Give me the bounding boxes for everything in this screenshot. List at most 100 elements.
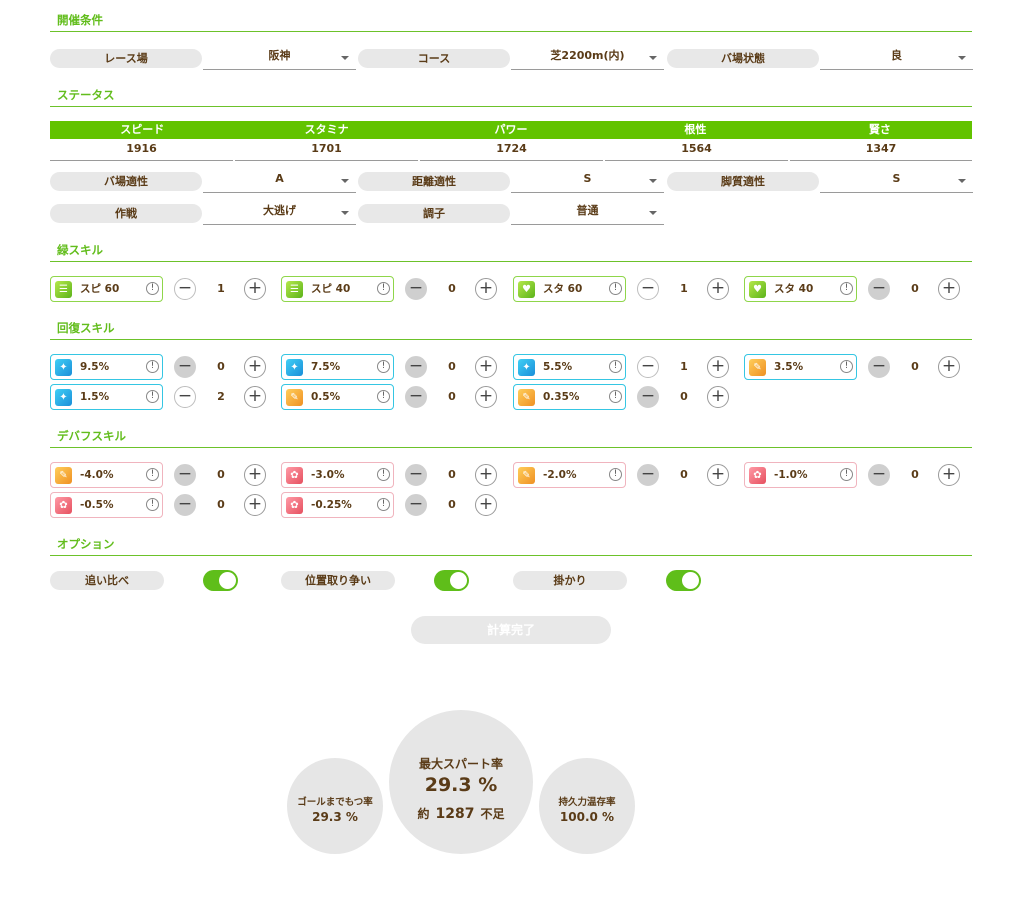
decrement-button[interactable]: − — [637, 278, 659, 300]
decrement-button[interactable]: − — [868, 278, 890, 300]
increment-button[interactable]: + — [244, 278, 266, 300]
skill-item: ✎ -4.0%! − 0 + — [50, 462, 282, 490]
increment-button[interactable]: + — [707, 464, 729, 486]
increment-button[interactable]: + — [244, 356, 266, 378]
info-icon[interactable]: ! — [377, 282, 390, 295]
increment-button[interactable]: + — [707, 356, 729, 378]
stat-input-stamina[interactable]: 1701 — [235, 139, 418, 161]
info-icon[interactable]: ! — [840, 360, 853, 373]
skill-card[interactable]: ✦ 9.5%! — [50, 354, 163, 380]
increment-button[interactable]: + — [707, 278, 729, 300]
skill-label: スタ 40 — [774, 283, 814, 295]
info-icon[interactable]: ! — [609, 360, 622, 373]
skill-card[interactable]: ♥ スタ 60! — [513, 276, 626, 302]
skill-count: 0 — [911, 282, 919, 295]
stat-input-power[interactable]: 1724 — [420, 139, 603, 161]
goal-rate-label: ゴールまでもつ率 — [297, 797, 373, 808]
decrement-button[interactable]: − — [405, 386, 427, 408]
info-icon[interactable]: ! — [609, 468, 622, 481]
conditions-row: レース場 阪神 コース 芝2200m(内) バ場状態 良 — [50, 45, 973, 71]
chevron-down-icon — [649, 179, 657, 183]
increment-button[interactable]: + — [244, 494, 266, 516]
decrement-button[interactable]: − — [868, 464, 890, 486]
increment-button[interactable]: + — [475, 464, 497, 486]
info-icon[interactable]: ! — [146, 468, 159, 481]
skill-card[interactable]: ✎ -2.0%! — [513, 462, 626, 488]
skill-card[interactable]: ✿ -0.5%! — [50, 492, 163, 518]
increment-button[interactable]: + — [938, 356, 960, 378]
toggle-knob — [450, 572, 467, 589]
increment-button[interactable]: + — [938, 464, 960, 486]
style-aptitude-select[interactable]: S — [820, 168, 973, 193]
decrement-button[interactable]: − — [405, 494, 427, 516]
decrement-button[interactable]: − — [174, 386, 196, 408]
section-title-debuff-skills: デバフスキル — [50, 428, 972, 448]
increment-button[interactable]: + — [244, 464, 266, 486]
info-icon[interactable]: ! — [609, 390, 622, 403]
decrement-button[interactable]: − — [405, 278, 427, 300]
increment-button[interactable]: + — [475, 494, 497, 516]
increment-button[interactable]: + — [707, 386, 729, 408]
decrement-button[interactable]: − — [868, 356, 890, 378]
info-icon[interactable]: ! — [840, 282, 853, 295]
stat-input-wisdom[interactable]: 1347 — [790, 139, 972, 161]
ground-aptitude-select[interactable]: A — [203, 168, 356, 193]
info-icon[interactable]: ! — [609, 282, 622, 295]
skill-card[interactable]: ✦ 1.5%! — [50, 384, 163, 410]
chevron-down-icon — [958, 56, 966, 60]
info-icon[interactable]: ! — [377, 390, 390, 403]
info-icon[interactable]: ! — [377, 360, 390, 373]
skill-card[interactable]: ✎ 0.5%! — [281, 384, 394, 410]
recovery-blue-icon: ✦ — [518, 359, 535, 376]
racecourse-select[interactable]: 阪神 — [203, 45, 356, 70]
skill-card[interactable]: ☰ スピ 40! — [281, 276, 394, 302]
increment-button[interactable]: + — [475, 386, 497, 408]
skill-count: 0 — [911, 360, 919, 373]
skill-card[interactable]: ✿ -3.0%! — [281, 462, 394, 488]
skill-card[interactable]: ✎ -4.0%! — [50, 462, 163, 488]
increment-button[interactable]: + — [244, 386, 266, 408]
stat-input-speed[interactable]: 1916 — [50, 139, 233, 161]
option-position-toggle[interactable] — [434, 570, 469, 591]
info-icon[interactable]: ! — [377, 498, 390, 511]
increment-button[interactable]: + — [475, 278, 497, 300]
decrement-button[interactable]: − — [174, 278, 196, 300]
option-compete-toggle[interactable] — [203, 570, 238, 591]
mood-select[interactable]: 普通 — [511, 200, 664, 225]
skill-label: -4.0% — [80, 469, 114, 481]
skill-card[interactable]: ✿ -1.0%! — [744, 462, 857, 488]
info-icon[interactable]: ! — [146, 498, 159, 511]
calculate-button[interactable]: 計算完了 — [411, 616, 611, 644]
skill-card[interactable]: ✿ -0.25%! — [281, 492, 394, 518]
increment-button[interactable]: + — [938, 278, 960, 300]
decrement-button[interactable]: − — [405, 356, 427, 378]
course-select[interactable]: 芝2200m(内) — [511, 45, 664, 70]
skill-card[interactable]: ✦ 7.5%! — [281, 354, 394, 380]
decrement-button[interactable]: − — [174, 464, 196, 486]
stat-header-power: パワー — [494, 123, 528, 136]
skill-card[interactable]: ☰ スピ 60! — [50, 276, 163, 302]
skill-card[interactable]: ✎ 0.35%! — [513, 384, 626, 410]
info-icon[interactable]: ! — [146, 360, 159, 373]
decrement-button[interactable]: − — [405, 464, 427, 486]
decrement-button[interactable]: − — [174, 356, 196, 378]
decrement-button[interactable]: − — [637, 356, 659, 378]
skill-card[interactable]: ♥ スタ 40! — [744, 276, 857, 302]
option-rushed-toggle[interactable] — [666, 570, 701, 591]
strategy-select[interactable]: 大逃げ — [203, 200, 356, 225]
stat-header-wisdom: 賢さ — [868, 123, 891, 136]
shortage-suffix: 不足 — [480, 807, 505, 821]
info-icon[interactable]: ! — [377, 468, 390, 481]
decrement-button[interactable]: − — [637, 464, 659, 486]
skill-card[interactable]: ✦ 5.5%! — [513, 354, 626, 380]
decrement-button[interactable]: − — [174, 494, 196, 516]
info-icon[interactable]: ! — [840, 468, 853, 481]
info-icon[interactable]: ! — [146, 390, 159, 403]
track-condition-select[interactable]: 良 — [820, 45, 973, 70]
info-icon[interactable]: ! — [146, 282, 159, 295]
skill-card[interactable]: ✎ 3.5%! — [744, 354, 857, 380]
distance-aptitude-select[interactable]: S — [511, 168, 664, 193]
decrement-button[interactable]: − — [637, 386, 659, 408]
stat-input-guts[interactable]: 1564 — [605, 139, 788, 161]
increment-button[interactable]: + — [475, 356, 497, 378]
